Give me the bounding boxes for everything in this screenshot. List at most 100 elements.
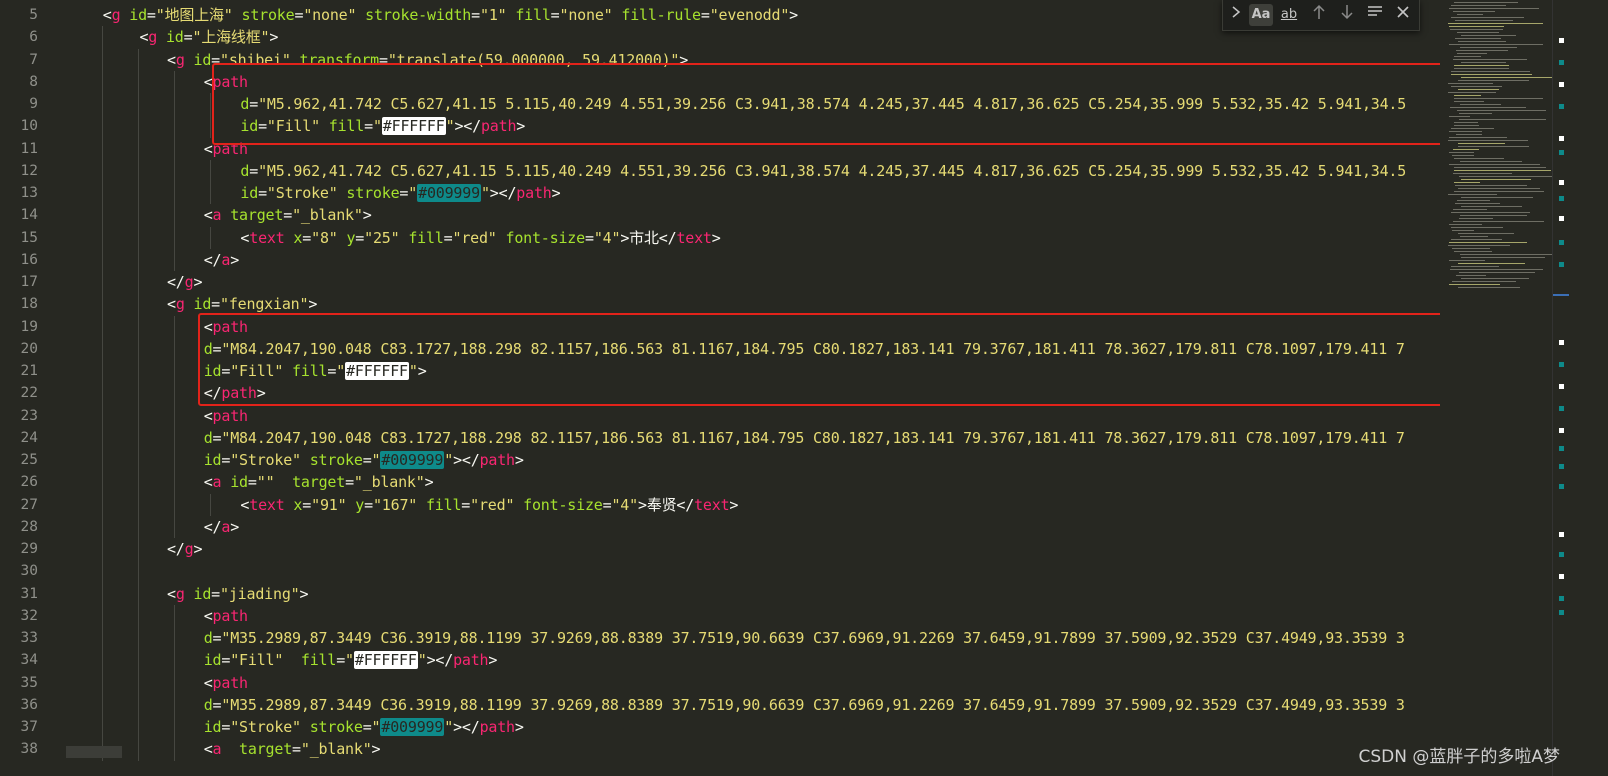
code-line[interactable]: 16 </a> — [0, 249, 1460, 272]
code-token: < — [166, 295, 176, 314]
code-token: target — [292, 473, 346, 492]
code-token: text — [249, 495, 285, 514]
code-token: < — [203, 606, 213, 625]
code-line[interactable]: 11 <path — [0, 138, 1460, 161]
code-token: id — [193, 295, 212, 314]
indent-guide — [174, 604, 175, 761]
code-line[interactable]: 18 <g id="fengxian"> — [0, 293, 1460, 316]
code-line[interactable]: 34 id="Fill" fill="#FFFFFF"></path> — [0, 649, 1460, 672]
horizontal-scrollbar-thumb[interactable] — [66, 746, 122, 758]
minimap-line — [1455, 20, 1513, 21]
code-token: > — [514, 451, 524, 469]
code-line[interactable]: 27 <text x="91" y="167" fill="red" font-s… — [0, 494, 1460, 517]
minimap-line — [1458, 80, 1529, 81]
minimap-line — [1451, 266, 1499, 267]
code-line[interactable]: 25 id="Stroke" stroke="#009999"></path> — [0, 449, 1460, 472]
code-token: > — [729, 495, 739, 514]
code-token: g — [148, 28, 158, 47]
code-token: < — [203, 206, 213, 225]
next-match-button[interactable] — [1337, 4, 1357, 26]
code-token: = — [302, 228, 312, 247]
code-line[interactable]: 31 <g id="jiading"> — [0, 583, 1460, 606]
minimap-line — [1454, 125, 1479, 126]
minimap[interactable] — [1440, 0, 1555, 776]
code-line[interactable]: 10 id="Fill" fill="#FFFFFF"></path> — [0, 115, 1460, 138]
code-token: x — [293, 495, 303, 514]
code-token: "91" — [311, 495, 347, 514]
code-token: > — [789, 6, 799, 24]
code-text: <path — [204, 316, 248, 339]
code-token: " — [408, 362, 418, 380]
code-line[interactable]: 9 d="M5.962,41.742 C5.627,41.15 5.115,40.… — [0, 93, 1460, 116]
code-token: path — [479, 451, 516, 469]
close-icon — [1397, 6, 1409, 18]
code-line[interactable]: 36 d="M35.2989,87.3449 C36.3919,88.1199 3… — [0, 694, 1460, 717]
minimap-line — [1457, 32, 1499, 33]
code-text: id="Stroke" stroke="#009999"></path> — [204, 449, 524, 472]
previous-match-button[interactable] — [1309, 4, 1329, 26]
code-line[interactable]: 12 d="M5.962,41.742 C5.627,41.15 5.115,40… — [0, 160, 1460, 183]
code-line[interactable]: 35 <path — [0, 672, 1460, 695]
code-line[interactable]: 7 <g id="shibei" transform="translate(59.… — [0, 49, 1460, 72]
code-token: id — [203, 651, 222, 670]
code-line[interactable]: 23 <path — [0, 405, 1460, 428]
code-line[interactable]: 32 <path — [0, 605, 1460, 628]
find-widget: Aa ab — [1222, 0, 1420, 31]
minimap-line — [1453, 11, 1495, 12]
code-line[interactable]: 17 </g> — [0, 271, 1460, 294]
indent-guide — [138, 48, 139, 761]
code-text: id="Fill" fill="#FFFFFF"></path> — [240, 115, 525, 138]
code-token: "" — [256, 473, 275, 492]
scrollbar-match-marker — [1559, 610, 1564, 615]
minimap-line — [1451, 17, 1524, 18]
line-number: 33 — [20, 630, 38, 646]
vertical-scrollbar[interactable] — [1552, 0, 1569, 776]
scrollbar-match-marker — [1559, 150, 1564, 155]
code-token: < — [203, 740, 213, 759]
code-token: " — [444, 451, 454, 469]
find-in-selection-button[interactable] — [1365, 4, 1385, 26]
minimap-line — [1452, 281, 1516, 282]
code-line[interactable]: 38 <a target="_blank"> — [0, 738, 1460, 761]
code-token: > — [514, 718, 524, 736]
code-token: path — [212, 317, 249, 336]
code-line[interactable]: 14 <a target="_blank"> — [0, 204, 1460, 227]
code-line[interactable]: 24 d="M84.2047,190.048 C83.1727,188.298 8… — [0, 427, 1460, 450]
code-line[interactable]: 30 — [0, 560, 1460, 583]
line-number: 6 — [29, 29, 38, 46]
search-match: #FFFFFF — [345, 362, 409, 380]
minimap-line — [1454, 170, 1551, 171]
code-token: > — [424, 473, 434, 492]
code-line[interactable]: 8 <path — [0, 71, 1460, 94]
code-token: = — [355, 228, 365, 247]
code-line[interactable]: 29 </g> — [0, 538, 1460, 561]
code-line[interactable]: 20 d="M84.2047,190.048 C83.1727,188.298 8… — [0, 338, 1460, 361]
code-line[interactable]: 26 <a id="" target="_blank"> — [0, 471, 1460, 494]
whole-word-button[interactable]: ab — [1277, 4, 1301, 26]
code-token: > — [362, 206, 372, 225]
code-token: "evenodd" — [709, 6, 790, 24]
code-line[interactable]: 22 </path> — [0, 382, 1460, 405]
code-line[interactable]: 21 id="Fill" fill="#FFFFFF"> — [0, 360, 1460, 383]
code-line[interactable]: 37 id="Stroke" stroke="#009999"></path> — [0, 716, 1460, 739]
match-case-button[interactable]: Aa — [1249, 4, 1273, 26]
code-editor[interactable]: 5 <g id="地图上海" stroke="none" stroke-width… — [0, 0, 1608, 776]
code-text: </g> — [167, 271, 203, 294]
toggle-replace-button[interactable] — [1229, 4, 1243, 26]
minimap-line — [1451, 227, 1503, 228]
line-number: 10 — [20, 118, 38, 135]
minimap-line — [1449, 260, 1485, 261]
code-token: "M84.2047,190.048 C83.1727,188.298 82.11… — [221, 339, 1405, 358]
code-line[interactable]: 15 <text x="8" y="25" fill="red" font-siz… — [0, 227, 1460, 250]
code-line[interactable]: 13 id="Stroke" stroke="#009999"></path> — [0, 182, 1460, 205]
code-line[interactable]: 33 d="M35.2989,87.3449 C36.3919,88.1199 3… — [0, 627, 1460, 650]
code-token: " — [336, 362, 346, 380]
scrollbar-match-marker — [1559, 104, 1564, 109]
code-token: "4" — [593, 228, 621, 247]
close-find-button[interactable] — [1393, 4, 1413, 26]
code-line[interactable]: 19 <path — [0, 316, 1460, 339]
code-line[interactable]: 28 </a> — [0, 516, 1460, 539]
code-token: path — [212, 139, 249, 158]
